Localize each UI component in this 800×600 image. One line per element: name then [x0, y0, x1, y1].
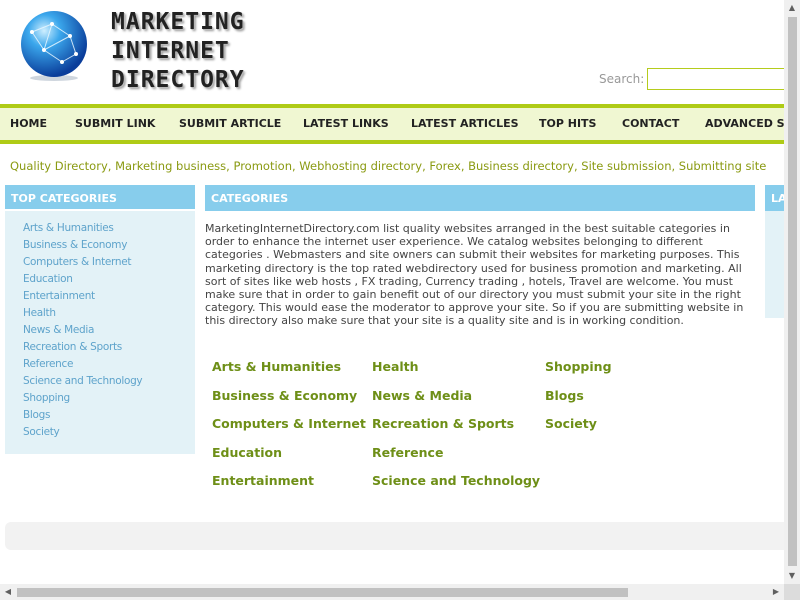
category-link[interactable]: Science and Technology: [372, 472, 540, 501]
main-nav: HOME SUBMIT LINK SUBMIT ARTICLE LATEST L…: [0, 104, 784, 144]
latest-panel-title: LA: [765, 185, 784, 211]
keyword-separator: ,: [671, 159, 679, 173]
top-category-link[interactable]: News & Media: [23, 322, 195, 339]
vertical-scroll-thumb[interactable]: [788, 17, 797, 566]
logo-line: INTERNET: [111, 38, 230, 64]
nav-latest-articles[interactable]: LATEST ARTICLES: [411, 117, 519, 130]
top-category-link[interactable]: Education: [23, 271, 195, 288]
category-link[interactable]: Business & Economy: [212, 387, 366, 416]
keyword-separator: ,: [107, 159, 116, 173]
category-link[interactable]: Computers & Internet: [212, 415, 366, 444]
scrollbar-corner: [784, 584, 800, 600]
logo-line: MARKETING: [111, 9, 245, 35]
page: MARKETING INTERNET DIRECTORY Search: HOM…: [0, 0, 784, 584]
top-categories-list: Arts & Humanities Business & Economy Compu…: [5, 211, 195, 441]
directory-description: MarketingInternetDirectory.com list qual…: [205, 222, 744, 328]
top-category-link[interactable]: Business & Economy: [23, 237, 195, 254]
keyword-link[interactable]: Submitting site: [679, 159, 767, 173]
globe-network-icon[interactable]: [18, 10, 90, 82]
top-categories-title: TOP CATEGORIES: [5, 185, 195, 211]
category-link[interactable]: Recreation & Sports: [372, 415, 540, 444]
horizontal-scrollbar[interactable]: ◀ ▶: [0, 584, 784, 600]
scroll-left-icon[interactable]: ◀: [0, 584, 16, 600]
search-input[interactable]: [647, 68, 784, 90]
category-column: Health News & Media Recreation & Sports Ref…: [372, 358, 540, 501]
top-category-link[interactable]: Health: [23, 305, 195, 322]
keyword-link[interactable]: Marketing business: [115, 159, 226, 173]
keyword-link[interactable]: Promotion: [233, 159, 292, 173]
category-link[interactable]: Society: [545, 415, 612, 444]
keyword-link[interactable]: Site submission: [581, 159, 671, 173]
nav-advanced-search[interactable]: ADVANCED SE: [705, 117, 784, 130]
keyword-link[interactable]: Forex: [429, 159, 460, 173]
category-link[interactable]: Shopping: [545, 358, 612, 387]
category-link[interactable]: Arts & Humanities: [212, 358, 366, 387]
horizontal-scroll-thumb[interactable]: [17, 588, 628, 597]
nav-latest-links[interactable]: LATEST LINKS: [303, 117, 389, 130]
categories-title: CATEGORIES: [205, 185, 755, 211]
scroll-down-icon[interactable]: ▼: [784, 568, 800, 584]
top-category-link[interactable]: Science and Technology: [23, 373, 195, 390]
nav-home[interactable]: HOME: [10, 117, 47, 130]
vertical-scrollbar[interactable]: ▲ ▼: [784, 0, 800, 584]
keyword-links: Quality Directory, Marketing business, P…: [10, 159, 766, 173]
top-category-link[interactable]: Recreation & Sports: [23, 339, 195, 356]
nav-submit-article[interactable]: SUBMIT ARTICLE: [179, 117, 281, 130]
top-category-link[interactable]: Society: [23, 424, 195, 441]
top-categories-panel: TOP CATEGORIES Arts & Humanities Business…: [5, 185, 195, 454]
nav-contact[interactable]: CONTACT: [622, 117, 679, 130]
category-link[interactable]: Entertainment: [212, 472, 366, 501]
category-column: Arts & Humanities Business & Economy Compu…: [212, 358, 366, 501]
top-category-link[interactable]: Arts & Humanities: [23, 220, 195, 237]
site-logo-text[interactable]: MARKETING INTERNET DIRECTORY: [111, 8, 245, 95]
top-category-link[interactable]: Blogs: [23, 407, 195, 424]
category-link[interactable]: Reference: [372, 444, 540, 473]
top-category-link[interactable]: Reference: [23, 356, 195, 373]
keyword-link[interactable]: Webhosting directory: [299, 159, 422, 173]
category-column: Shopping Blogs Society: [545, 358, 612, 444]
nav-top-hits[interactable]: TOP HITS: [539, 117, 596, 130]
top-category-link[interactable]: Shopping: [23, 390, 195, 407]
top-category-link[interactable]: Entertainment: [23, 288, 195, 305]
latest-panel: LA: [765, 185, 784, 318]
scroll-right-icon[interactable]: ▶: [768, 584, 784, 600]
category-link[interactable]: Education: [212, 444, 366, 473]
category-link[interactable]: News & Media: [372, 387, 540, 416]
scroll-up-icon[interactable]: ▲: [784, 0, 800, 16]
categories-panel: CATEGORIES MarketingInternetDirectory.co…: [205, 185, 755, 328]
logo-line: DIRECTORY: [111, 67, 245, 93]
keyword-link[interactable]: Quality Directory: [10, 159, 108, 173]
top-category-link[interactable]: Computers & Internet: [23, 254, 195, 271]
footer-bar: [5, 522, 784, 550]
keyword-link[interactable]: Business directory: [468, 159, 574, 173]
category-link[interactable]: Health: [372, 358, 540, 387]
category-link[interactable]: Blogs: [545, 387, 612, 416]
nav-submit-link[interactable]: SUBMIT LINK: [75, 117, 155, 130]
search-label: Search:: [599, 72, 645, 86]
